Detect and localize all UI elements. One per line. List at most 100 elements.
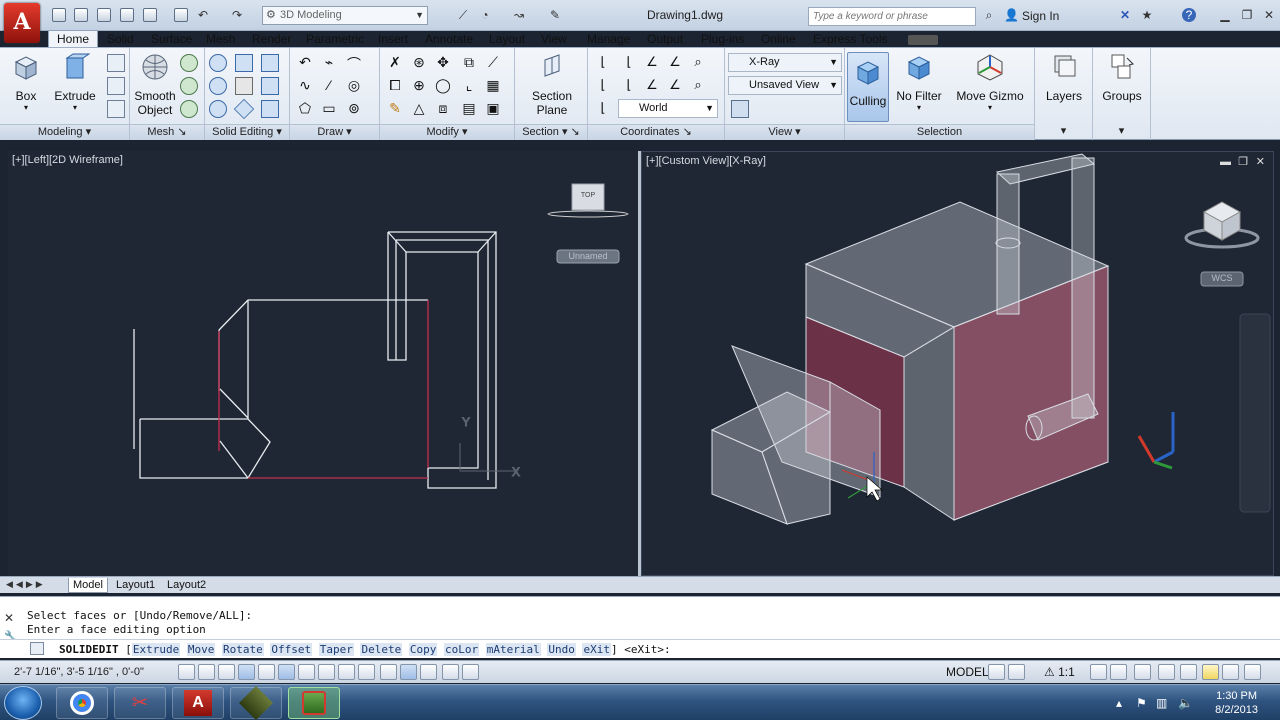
option-exit[interactable]: eXit [582,643,611,656]
navigation-bar[interactable] [1239,313,1271,513]
option-material[interactable]: mAterial [485,643,541,656]
snipping-tool-taskbar-icon[interactable]: ✂ [114,687,166,719]
extract-edges-icon[interactable] [233,98,255,120]
tab-render[interactable]: Render [252,32,291,48]
recorder-taskbar-icon[interactable] [230,686,282,720]
named-view-selector[interactable]: Unsaved View ▼ [728,76,842,95]
help-icon[interactable]: ? [1182,8,1196,22]
spline-icon[interactable]: ∿ [296,77,314,95]
polyline-icon[interactable]: ⌁ [320,54,338,72]
polyline-icon[interactable]: ↝ [512,8,526,22]
extrude-button[interactable]: Extrude ▾ [52,52,98,112]
command-recent-icon[interactable] [30,642,44,655]
move-icon[interactable]: ✥ [434,54,452,72]
volume-icon[interactable]: 🔈 [1178,696,1193,710]
smooth-object-button[interactable]: Smooth Object [133,52,177,117]
visual-style-selector[interactable]: X-Ray ▼ [728,53,842,72]
communication-icon[interactable]: ★ [1140,8,1154,22]
panel-title-solid-editing[interactable]: Solid Editing ▾ [205,124,289,140]
transparency-icon[interactable] [400,664,417,680]
tab-output[interactable]: Output [647,32,683,48]
rectangle-icon[interactable]: ▭ [320,100,338,118]
hardware-acceleration-icon[interactable] [1180,664,1197,680]
3d-align-icon[interactable]: ⧉ [460,54,478,72]
panel-title-draw[interactable]: Draw ▾ [290,124,379,140]
stretch-icon[interactable]: ▤ [460,100,478,118]
option-rotate[interactable]: Rotate [221,643,264,656]
match-properties-icon[interactable]: ✎ [548,8,562,22]
fillet-icon[interactable]: ⌞ [460,77,478,95]
tab-scroll-arrows[interactable]: ◀◀▶▶ [6,579,46,590]
move-gizmo-button[interactable]: Move Gizmo ▾ [955,52,1025,112]
option-extrude[interactable]: Extrude [131,643,181,656]
open-icon[interactable] [74,8,88,22]
flag-icon[interactable]: ⚑ [1136,696,1147,710]
panel-title-coordinates[interactable]: Coordinates ↘ [588,124,724,140]
dynamic-ucs-icon[interactable] [338,664,355,680]
no-filter-button[interactable]: No Filter ▾ [895,52,943,112]
extrude-faces-icon[interactable] [261,100,279,118]
rotate-icon[interactable]: ⊕ [410,77,428,95]
presspull-icon[interactable] [107,77,125,95]
layers-expand-icon[interactable]: ▾ [1035,124,1092,140]
system-clock[interactable]: 1:30 PM 8/2/2013 [1215,689,1258,717]
ucs-named-icon[interactable]: ⌊ [594,100,612,118]
groups-button[interactable]: Groups [1099,52,1145,103]
network-icon[interactable]: ▥ [1156,696,1167,710]
measure-icon[interactable]: ⟋ [456,8,470,22]
interfere-icon[interactable] [209,77,227,95]
command-close-icon[interactable]: ✕ [4,611,14,625]
quick-view-layouts-icon[interactable] [988,664,1005,680]
restore-icon[interactable]: ❐ [1240,8,1254,22]
start-button[interactable] [4,686,42,720]
search-input[interactable]: Type a keyword or phrase [808,7,976,26]
ucs-world-icon[interactable]: ⌊ [620,54,638,72]
3d-rotate-icon[interactable]: ⊛ [410,54,428,72]
erase-icon[interactable]: ✎ [386,100,404,118]
annotation-monitor-icon[interactable] [462,664,479,680]
tab-manage[interactable]: Manage [587,32,630,48]
polysolid-icon[interactable] [107,54,125,72]
mirror-icon[interactable]: △ [410,100,428,118]
ucs-x-icon[interactable]: ⌊ [620,77,638,95]
sweep-icon[interactable] [107,100,125,118]
ucs-object-icon[interactable]: ⌕ [689,54,707,72]
sign-in-link[interactable]: Sign In [1022,9,1059,23]
chrome-taskbar-icon[interactable] [56,687,108,719]
application-menu-button[interactable]: A [4,3,40,43]
intersect-icon[interactable] [261,54,279,72]
isolate-objects-icon[interactable] [1202,664,1219,680]
autocad-taskbar-icon[interactable]: A [172,687,224,719]
infer-constraints-icon[interactable] [178,664,195,680]
tab-view[interactable]: View [541,32,567,48]
object-snap-tracking-icon[interactable] [318,664,335,680]
mesh-smooth-less-icon[interactable] [180,77,198,95]
ucs-view-icon[interactable]: ⌊ [594,77,612,95]
print-icon[interactable] [174,8,188,22]
3d-move-icon[interactable]: ✗ [386,54,404,72]
option-delete[interactable]: Delete [360,643,403,656]
object-snap-icon[interactable] [278,664,295,680]
viewport-right[interactable]: [+][Custom View][X-Ray] ▬ ❐ ✕ WCS [641,151,1274,576]
groups-expand-icon[interactable]: ▾ [1093,124,1150,140]
minimize-icon[interactable]: ▁ [1218,8,1232,22]
array-icon[interactable]: ▦ [484,77,502,95]
helix-icon[interactable]: ⊚ [345,100,363,118]
tab-online[interactable]: Online [761,32,796,48]
exchange-icon[interactable]: ✕ [1118,8,1132,22]
circle-icon[interactable]: ◎ [345,77,363,95]
tab-express-tools[interactable]: Express Tools [813,32,887,48]
thicken-icon[interactable] [261,77,279,95]
new-icon[interactable] [52,8,66,22]
workspace-selector[interactable]: ⚙ 3D Modeling ▼ [262,6,428,25]
auto-scale-icon[interactable] [1110,664,1127,680]
annotation-visibility-icon[interactable] [1090,664,1107,680]
viewcube[interactable] [1184,201,1260,249]
3d-object-snap-icon[interactable] [298,664,315,680]
ucs-face-icon[interactable]: ⌕ [689,77,707,95]
slice-icon[interactable] [235,77,253,95]
wcs-label[interactable]: WCS [1201,273,1243,283]
named-view-label[interactable]: Unnamed [557,251,619,261]
grid-display-icon[interactable] [218,664,235,680]
tab-solid[interactable]: Solid [107,32,134,48]
